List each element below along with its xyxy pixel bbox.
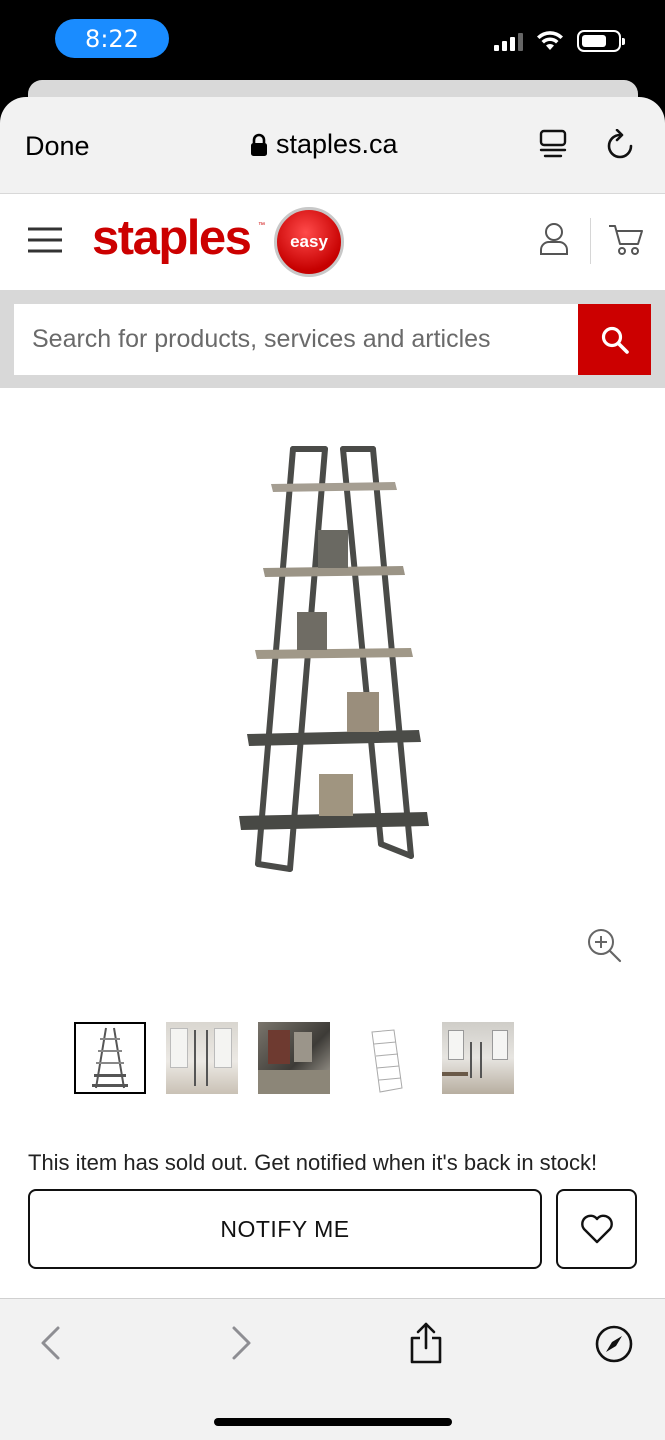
safari-bottom-toolbar [0,1298,665,1440]
url-text: staples.ca [276,129,398,159]
forward-icon[interactable] [230,1325,254,1361]
status-bar: 8:22 [0,0,665,82]
search-button[interactable] [578,304,651,375]
thumbnail-diagram-icon [371,1029,403,1093]
signal-icon [494,31,523,51]
search-bar [0,290,665,388]
thumbnail-1[interactable] [74,1022,146,1094]
zoom-icon[interactable] [586,927,622,963]
logo-trademark: ™ [258,222,265,229]
cart-icon[interactable] [608,223,644,257]
reload-icon[interactable] [606,129,634,161]
compass-icon[interactable] [594,1324,634,1364]
thumbnail-bookcase-icon [92,1027,128,1089]
header-divider [590,218,591,264]
product-content: This item has sold out. Get notified whe… [0,388,665,1298]
hamburger-icon[interactable] [27,227,63,253]
thumbnail-3[interactable] [258,1022,330,1094]
staples-logo[interactable]: staples [92,210,252,266]
done-button[interactable]: Done [25,131,90,162]
back-icon[interactable] [38,1325,62,1361]
share-icon[interactable] [408,1321,444,1365]
safari-top-bar: Done staples.ca [0,97,665,194]
home-indicator[interactable] [214,1418,452,1426]
thumbnail-5[interactable] [442,1022,514,1094]
thumbnail-4[interactable] [350,1022,422,1094]
site-header: staples ™ easy [0,194,665,290]
sold-out-message: This item has sold out. Get notified whe… [28,1150,598,1175]
heart-icon [580,1214,613,1244]
lock-icon [251,133,267,156]
product-image[interactable] [233,444,433,874]
thumbnail-2[interactable] [166,1022,238,1094]
wifi-icon [537,31,563,50]
status-icons [494,30,625,52]
url-bar[interactable]: staples.ca [250,129,398,160]
search-icon [601,326,629,354]
search-input[interactable] [14,304,579,375]
thumbnail-strip [74,1022,514,1094]
battery-icon [577,30,625,52]
account-icon[interactable] [539,222,569,256]
status-time: 8:22 [55,19,169,58]
reader-icon[interactable] [539,129,567,161]
easy-button[interactable]: easy [274,207,344,277]
wishlist-button[interactable] [556,1189,637,1269]
notify-me-button[interactable]: NOTIFY ME [28,1189,542,1269]
